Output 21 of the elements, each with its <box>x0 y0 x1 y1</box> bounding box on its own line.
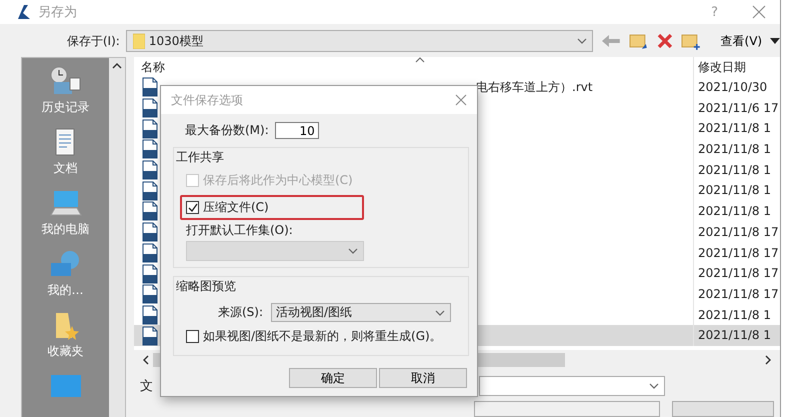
field-label: 打开默认工作集(O): <box>186 222 293 239</box>
window-title: 另存为 <box>38 4 77 21</box>
date-cell: 2021/11/8 17 <box>693 222 780 242</box>
date-cell: 2021/11/8 1 <box>693 180 780 202</box>
group-title: 工作共享 <box>176 149 224 166</box>
field-label: 最大备份数(M): <box>185 122 269 139</box>
date-cell: 2021/11/6 17 <box>693 98 780 118</box>
save-in-label: 保存于(I): <box>66 32 120 50</box>
date-cell: 2021/10/30 <box>693 77 780 98</box>
group-title: 缩略图预览 <box>176 278 236 295</box>
date-cell: 2021/11/8 1 <box>693 139 780 160</box>
date-cell: 2021/11/8 1 <box>693 201 780 222</box>
field-label: 来源(S): <box>218 304 264 321</box>
date-cell: 2021/11/8 1 <box>693 160 780 180</box>
date-cell: 2021/11/8 17 <box>693 284 780 305</box>
file-name-label: 文 <box>140 378 153 395</box>
date-cell: 2021/11/8 17 <box>693 242 780 264</box>
date-cell: 2021/11/8 17 <box>693 263 780 284</box>
dialog-title: 文件保存选项 <box>171 92 243 108</box>
date-cell: 2021/11/8 1 <box>693 325 780 346</box>
date-cell: 2021/11/8 1 <box>693 118 780 140</box>
